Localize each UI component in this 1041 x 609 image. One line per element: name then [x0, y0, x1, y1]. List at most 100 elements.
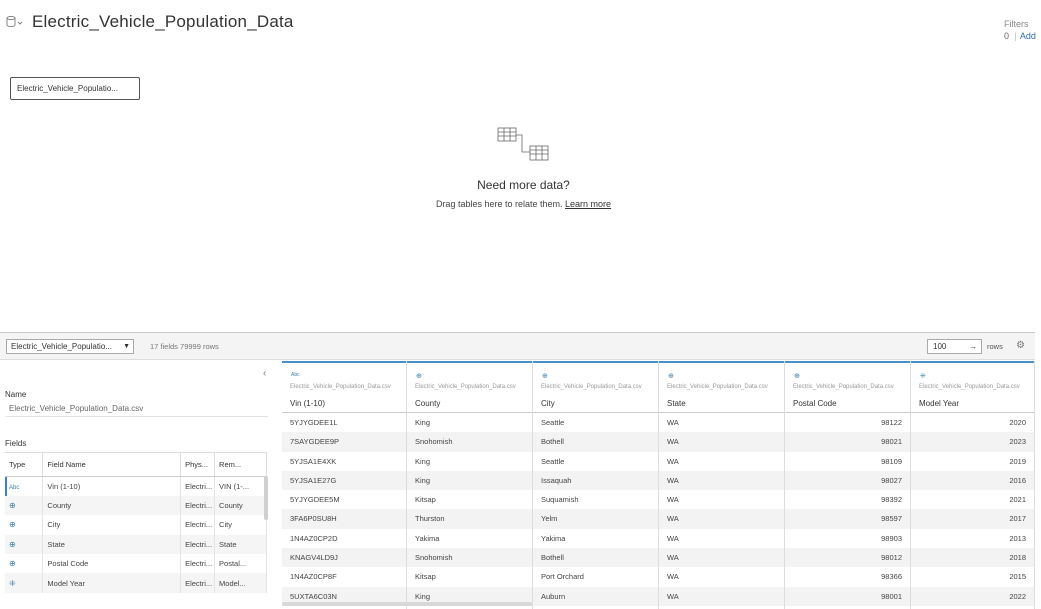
grid-cell[interactable]: 98021: [785, 432, 910, 452]
globe-icon[interactable]: ⊕: [9, 520, 16, 529]
column-name[interactable]: State: [667, 399, 686, 408]
grid-cell[interactable]: KNAGV4LD9J: [282, 548, 406, 568]
grid-cell[interactable]: Seattle: [533, 413, 658, 432]
grid-cell[interactable]: 2019: [911, 452, 1034, 471]
column-name[interactable]: Postal Code: [793, 399, 837, 408]
globe-icon[interactable]: ⊕: [9, 559, 16, 568]
grid-cell[interactable]: Auburn: [533, 586, 658, 606]
column-header-remote-name[interactable]: Rem...: [214, 452, 267, 477]
field-type-cell[interactable]: ⊕: [5, 554, 44, 574]
collapse-panel-icon[interactable]: ‹: [263, 368, 266, 379]
table-select-dropdown[interactable]: Electric_Vehicle_Populatio... ▼: [6, 339, 134, 354]
field-name-cell[interactable]: Postal Code: [42, 554, 182, 574]
grid-column-header[interactable]: ⊕ Electric_Vehicle_Population_Data.csv Pos…: [785, 361, 910, 413]
grid-cell[interactable]: WA: [659, 509, 784, 529]
field-name-cell[interactable]: State: [42, 534, 182, 555]
grid-column-header[interactable]: ⊕ Electric_Vehicle_Population_Data.csv Cou…: [407, 361, 532, 413]
grid-cell[interactable]: WA: [659, 567, 784, 586]
column-header-field-name[interactable]: Field Name: [42, 452, 182, 477]
grid-cell[interactable]: 2021: [911, 490, 1034, 509]
field-name-cell[interactable]: Vin (1-10): [42, 476, 182, 496]
grid-column-header[interactable]: Abc Electric_Vehicle_Population_Data.csv V…: [282, 361, 406, 413]
grid-cell[interactable]: Kitsap: [407, 490, 532, 509]
grid-cell[interactable]: Snohomish: [407, 548, 532, 568]
grid-cell[interactable]: 98012: [785, 548, 910, 568]
field-type-cell[interactable]: Abc: [5, 476, 44, 496]
string-type-icon[interactable]: Abc: [291, 372, 300, 378]
column-name[interactable]: Vin (1-10): [290, 399, 325, 408]
grid-cell[interactable]: WA: [659, 470, 784, 491]
string-type-icon[interactable]: Abc: [9, 485, 19, 491]
grid-cell[interactable]: 5YJYGDEE5M: [282, 490, 406, 509]
column-header-physical-table[interactable]: Phys...: [180, 452, 216, 477]
grid-cell[interactable]: WA: [659, 490, 784, 509]
grid-cell[interactable]: Issaquah: [533, 470, 658, 491]
fields-scrollbar[interactable]: [264, 476, 268, 520]
field-row[interactable]: ⊕ Postal Code Electri... Postal...: [5, 554, 267, 574]
filters-add-link[interactable]: Add: [1020, 31, 1036, 41]
grid-cell[interactable]: WA: [659, 452, 784, 471]
globe-icon[interactable]: ⊕: [542, 372, 548, 380]
grid-cell[interactable]: 98903: [785, 529, 910, 548]
field-name-cell[interactable]: Model Year: [42, 573, 182, 593]
grid-cell[interactable]: WA: [659, 586, 784, 606]
name-value[interactable]: Electric_Vehicle_Population_Data.csv: [9, 404, 143, 413]
page-title[interactable]: Electric_Vehicle_Population_Data: [32, 12, 294, 32]
grid-cell[interactable]: WA: [659, 548, 784, 568]
grid-column-header[interactable]: ⁜ Electric_Vehicle_Population_Data.csv Mod…: [911, 361, 1034, 413]
grid-cell[interactable]: King: [407, 470, 532, 491]
grid-cell[interactable]: 98392: [785, 490, 910, 509]
field-type-cell[interactable]: ⁜: [5, 573, 44, 593]
grid-cell[interactable]: 1N4AZ0CP8F: [282, 567, 406, 586]
grid-cell[interactable]: 3FA6P0SU8H: [282, 509, 406, 529]
date-type-icon[interactable]: ⁜: [920, 372, 926, 380]
grid-cell[interactable]: 2020: [911, 413, 1034, 432]
grid-cell[interactable]: WA: [659, 529, 784, 548]
field-row[interactable]: ⁜ Model Year Electri... Model...: [5, 573, 267, 593]
grid-cell[interactable]: 2022: [911, 586, 1034, 606]
column-header-type[interactable]: Type: [5, 452, 44, 477]
grid-cell[interactable]: 2013: [911, 529, 1034, 548]
grid-cell[interactable]: 2018: [911, 548, 1034, 568]
field-type-cell[interactable]: ⊕: [5, 515, 44, 535]
grid-cell[interactable]: King: [407, 452, 532, 471]
field-type-cell[interactable]: ⊕: [5, 495, 44, 516]
column-name[interactable]: Model Year: [919, 399, 959, 408]
grid-cell[interactable]: King: [407, 413, 532, 432]
grid-cell[interactable]: Thurston: [407, 509, 532, 529]
datasource-icon[interactable]: [6, 15, 24, 29]
grid-cell[interactable]: 98027: [785, 470, 910, 491]
globe-icon[interactable]: ⊕: [416, 372, 422, 380]
field-row[interactable]: ⊕ City Electri... City: [5, 515, 267, 535]
column-name[interactable]: City: [541, 399, 555, 408]
grid-cell[interactable]: Seattle: [533, 452, 658, 471]
column-name[interactable]: County: [415, 399, 440, 408]
field-row[interactable]: Abc Vin (1-10) Electri... VIN (1-...: [5, 476, 267, 496]
grid-horizontal-scrollbar[interactable]: [282, 602, 532, 606]
field-name-cell[interactable]: County: [42, 495, 182, 516]
grid-cell[interactable]: 98597: [785, 509, 910, 529]
canvas-table-pill[interactable]: Electric_Vehicle_Populatio...: [10, 77, 140, 100]
grid-column-header[interactable]: ⊕ Electric_Vehicle_Population_Data.csv Sta…: [659, 361, 784, 413]
grid-cell[interactable]: 2023: [911, 432, 1034, 452]
rows-input[interactable]: 100 →: [927, 339, 982, 354]
grid-cell[interactable]: Kitsap: [407, 567, 532, 586]
grid-cell[interactable]: Yakima: [407, 529, 532, 548]
field-type-cell[interactable]: ⊕: [5, 534, 44, 555]
grid-cell[interactable]: 2016: [911, 470, 1034, 491]
date-type-icon[interactable]: ⁜: [9, 579, 16, 588]
globe-icon[interactable]: ⊕: [794, 372, 800, 380]
grid-cell[interactable]: 98001: [785, 586, 910, 606]
grid-cell[interactable]: Snohomish: [407, 432, 532, 452]
grid-cell[interactable]: 5YJSA1E4XK: [282, 452, 406, 471]
grid-cell[interactable]: 1N4AZ0CP2D: [282, 529, 406, 548]
grid-cell[interactable]: 98366: [785, 567, 910, 586]
grid-column-header[interactable]: ⊕ Electric_Vehicle_Population_Data.csv Cit…: [533, 361, 658, 413]
grid-cell[interactable]: 2015: [911, 567, 1034, 586]
grid-cell[interactable]: 5YJSA1E27G: [282, 470, 406, 491]
grid-cell[interactable]: Port Orchard: [533, 567, 658, 586]
learn-more-link[interactable]: Learn more: [565, 199, 611, 209]
grid-cell[interactable]: 2017: [911, 509, 1034, 529]
grid-cell[interactable]: Suquamish: [533, 490, 658, 509]
globe-icon[interactable]: ⊕: [9, 501, 16, 510]
